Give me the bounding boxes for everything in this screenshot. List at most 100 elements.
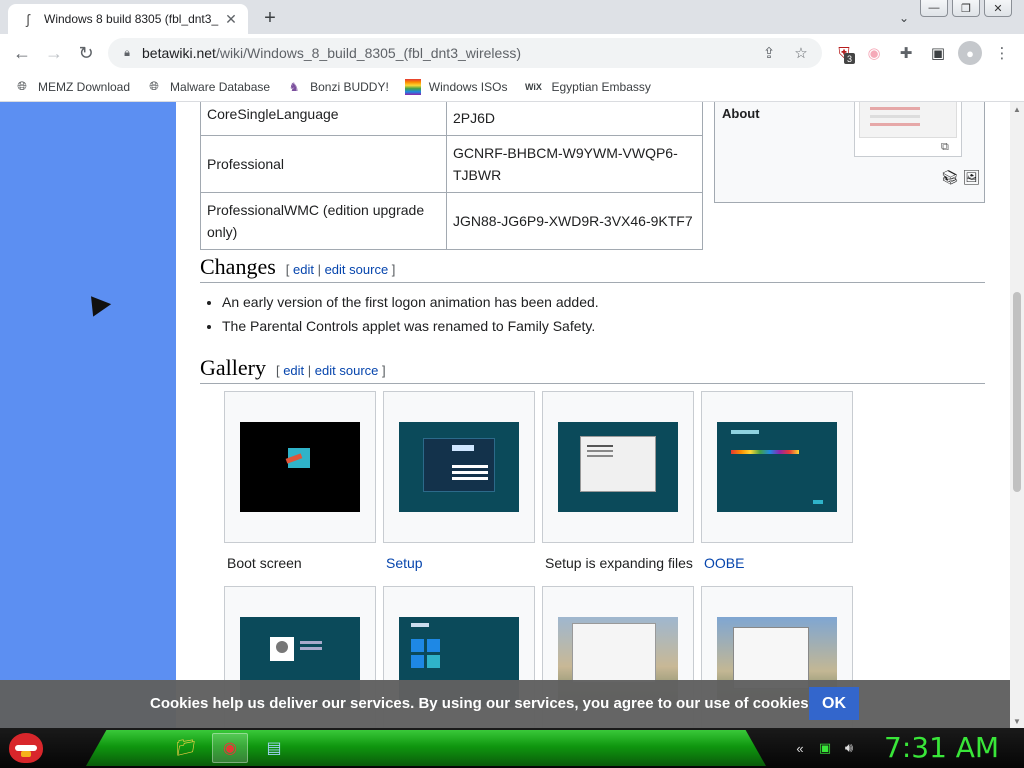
bookmark-bonzi-buddy[interactable]: ♞ Bonzi BUDDY! bbox=[286, 79, 389, 95]
oobe-title-image bbox=[731, 430, 759, 434]
gallery-heading: Gallery[ edit | edit source ] bbox=[200, 355, 985, 384]
bookmark-memz[interactable]: 🌐︎ MEMZ Download bbox=[14, 79, 130, 95]
page-scrollbar[interactable]: ▲ ▼ bbox=[1010, 102, 1024, 728]
window-controls: — ❐ ✕ bbox=[920, 0, 1012, 17]
start-label-image bbox=[411, 623, 429, 627]
reload-button[interactable]: ↻ bbox=[72, 39, 100, 67]
gallery-item-oobe[interactable] bbox=[701, 391, 853, 543]
infobox-screenshot-image bbox=[859, 102, 957, 138]
table-cell-edition: CoreSingleLanguage bbox=[200, 102, 447, 136]
cookie-ok-button[interactable]: OK bbox=[809, 687, 859, 720]
scrollbar-thumb[interactable] bbox=[1013, 292, 1021, 492]
setup-dialog-image bbox=[423, 438, 495, 492]
table-cell-key: JGN88-JG6P9-XWD9R-3VX46-9KTF7 bbox=[446, 192, 703, 250]
ublock-extension-icon[interactable]: ⛨3 bbox=[834, 43, 855, 64]
address-bar[interactable]: 🔒︎ betawiki.net/wiki/Windows_8_build_830… bbox=[108, 38, 822, 68]
desktop-dialog-image bbox=[572, 623, 656, 683]
gallery-edit-link[interactable]: edit bbox=[283, 363, 304, 378]
changes-edit-section: [ edit | edit source ] bbox=[285, 262, 396, 277]
profile-avatar-icon[interactable]: ● bbox=[958, 41, 982, 65]
gallery-caption-oobe[interactable]: OOBE bbox=[704, 555, 856, 571]
app-taskbar-icon[interactable]: ▤ bbox=[256, 733, 292, 763]
url-host: betawiki.net bbox=[142, 45, 216, 61]
article-content: CoreSingleLanguage 2PJ6D Professional GC… bbox=[176, 102, 1010, 728]
close-window-button[interactable]: ✕ bbox=[984, 0, 1012, 17]
taskbar bbox=[0, 728, 1024, 768]
bookmark-star-icon[interactable]: ☆ bbox=[790, 42, 812, 64]
tab-title: Windows 8 build 8305 (fbl_dnt3_ bbox=[44, 12, 219, 26]
gallery-item-expanding-files[interactable] bbox=[542, 391, 694, 543]
infobox-media-icons: 📚︎ 🖼︎ bbox=[941, 169, 981, 186]
url-path: /wiki/Windows_8_build_8305_(fbl_dnt3_wir… bbox=[215, 45, 521, 61]
user-avatar-icon bbox=[270, 637, 294, 661]
list-item: The Parental Controls applet was renamed… bbox=[222, 314, 599, 338]
gallery-item-setup[interactable] bbox=[383, 391, 535, 543]
side-panel-icon[interactable]: ▣ bbox=[928, 43, 948, 63]
wix-icon: WiX bbox=[525, 81, 542, 92]
restore-button[interactable]: ❐ bbox=[952, 0, 980, 17]
table-cell-key: GCNRF-BHBCM-W9YWM-VWQP6-TJBWR bbox=[446, 135, 703, 193]
share-icon[interactable]: ⇪ bbox=[758, 42, 780, 64]
gallery-edit-section: [ edit | edit source ] bbox=[275, 363, 386, 378]
globe-icon: 🌐︎ bbox=[17, 79, 27, 93]
gallery-item-boot-screen[interactable] bbox=[224, 391, 376, 543]
oobe-color-bar-image bbox=[731, 450, 799, 454]
bookmark-windows-isos[interactable]: Windows ISOs bbox=[404, 78, 507, 95]
back-button[interactable]: ← bbox=[8, 39, 36, 67]
windows-logo-icon bbox=[288, 448, 310, 468]
table-row: ProfessionalWMC (edition upgrade only) J… bbox=[200, 192, 703, 250]
file-explorer-taskbar-icon[interactable]: 📁︎ bbox=[168, 733, 204, 763]
gallery-edit-source-link[interactable]: edit source bbox=[315, 363, 379, 378]
boot-screen-thumbnail[interactable] bbox=[240, 422, 360, 512]
table-cell-edition: ProfessionalWMC (edition upgrade only) bbox=[200, 192, 447, 250]
extension-badge: 3 bbox=[844, 53, 855, 64]
network-tray-icon[interactable]: ▣ bbox=[817, 740, 833, 756]
book-icon[interactable]: 📚︎ bbox=[941, 169, 959, 186]
table-cell-key: 2PJ6D bbox=[446, 102, 703, 136]
changes-edit-link[interactable]: edit bbox=[293, 262, 314, 277]
gallery-caption-setup[interactable]: Setup bbox=[386, 555, 538, 571]
changes-list: An early version of the first logon anim… bbox=[222, 290, 599, 338]
scroll-up-arrow-icon[interactable]: ▲ bbox=[1010, 102, 1024, 116]
scroll-down-arrow-icon[interactable]: ▼ bbox=[1010, 714, 1024, 728]
browser-menu-icon[interactable]: ⋮ bbox=[992, 43, 1012, 63]
flag-extension-icon[interactable]: ◉ bbox=[864, 43, 884, 63]
infobox: About ⧉ 📚︎ 🖼︎ bbox=[714, 102, 985, 203]
windows-flag-icon bbox=[404, 78, 421, 95]
cookie-notice-text: Cookies help us deliver our services. By… bbox=[150, 695, 813, 712]
magnify-icon[interactable]: ⧉ bbox=[941, 141, 949, 154]
new-tab-button[interactable]: + bbox=[258, 6, 282, 30]
oobe-thumbnail[interactable] bbox=[717, 422, 837, 512]
bookmark-egyptian-embassy[interactable]: WiX Egyptian Embassy bbox=[523, 79, 651, 95]
taskbar-clock[interactable]: 7:31 AM bbox=[884, 731, 999, 764]
angry-bird-start-icon bbox=[9, 733, 43, 763]
tray-overflow-icon[interactable]: « bbox=[792, 740, 808, 756]
start-button[interactable] bbox=[6, 729, 46, 767]
browser-tab[interactable]: ʃ Windows 8 build 8305 (fbl_dnt3_ ✕ bbox=[8, 4, 248, 34]
chrome-taskbar-icon[interactable]: ◉ bbox=[212, 733, 248, 763]
changes-heading: Changes[ edit | edit source ] bbox=[200, 254, 985, 283]
login-text-image bbox=[300, 641, 322, 644]
product-keys-table: CoreSingleLanguage 2PJ6D Professional GC… bbox=[200, 102, 703, 250]
setup-thumbnail[interactable] bbox=[399, 422, 519, 512]
table-row: Professional GCNRF-BHBCM-W9YWM-VWQP6-TJB… bbox=[200, 135, 703, 193]
image-icon[interactable]: 🖼︎ bbox=[963, 169, 981, 186]
bookmarks-bar: 🌐︎ MEMZ Download 🌐︎ Malware Database ♞ Bonz… bbox=[0, 72, 1024, 102]
lock-icon[interactable]: 🔒︎ bbox=[120, 46, 134, 60]
bookmark-malware-database[interactable]: 🌐︎ Malware Database bbox=[146, 79, 270, 95]
volume-tray-icon[interactable]: 🔊︎ bbox=[841, 740, 857, 756]
forward-button[interactable]: → bbox=[40, 39, 68, 67]
url-text[interactable]: betawiki.net/wiki/Windows_8_build_8305_(… bbox=[142, 45, 521, 61]
changes-edit-source-link[interactable]: edit source bbox=[325, 262, 389, 277]
infobox-about-label: About bbox=[722, 106, 760, 121]
minimize-button[interactable]: — bbox=[920, 0, 948, 17]
globe-icon: 🌐︎ bbox=[149, 79, 159, 93]
tab-close-icon[interactable]: ✕ bbox=[222, 10, 240, 28]
extensions-puzzle-icon[interactable]: ✚ bbox=[896, 43, 916, 63]
expanding-files-dialog-image bbox=[580, 436, 656, 492]
table-cell-edition: Professional bbox=[200, 135, 447, 193]
browser-toolbar: ← → ↻ 🔒︎ betawiki.net/wiki/Windows_8_bui… bbox=[0, 34, 1024, 72]
page-viewport: CoreSingleLanguage 2PJ6D Professional GC… bbox=[0, 102, 1024, 728]
expanding-files-thumbnail[interactable] bbox=[558, 422, 678, 512]
tab-search-icon[interactable]: ⌄ bbox=[893, 8, 915, 28]
